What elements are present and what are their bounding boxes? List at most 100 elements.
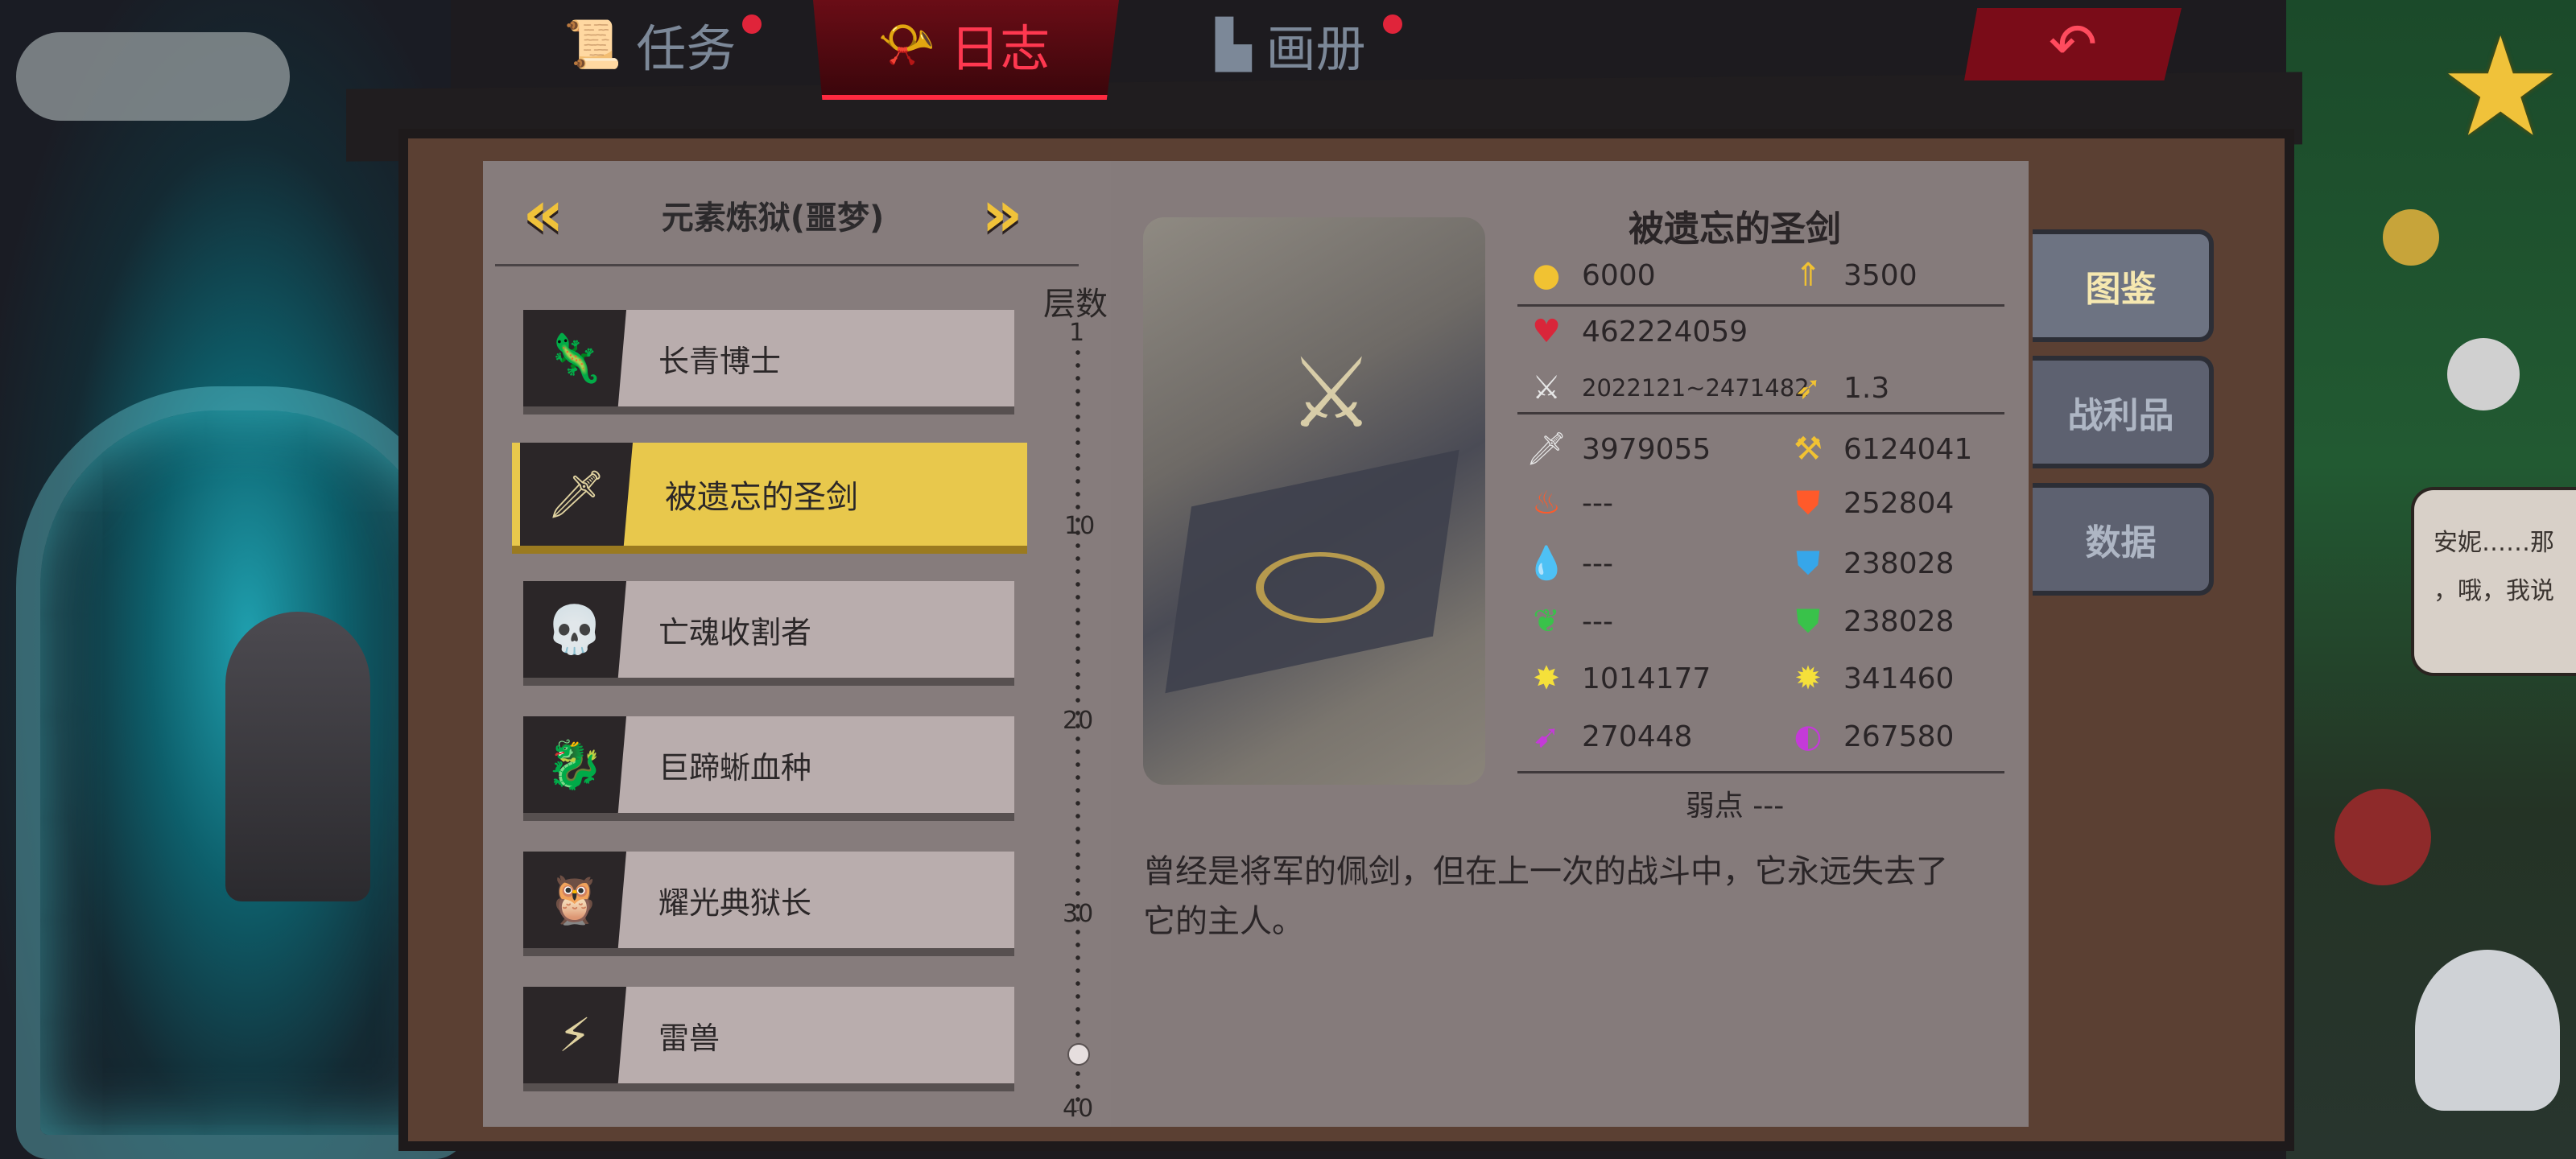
burst-shield-icon: ✹ <box>1794 660 1822 697</box>
stat-value: --- <box>1582 486 1613 520</box>
boss-name: 巨蹄蜥血种 <box>658 749 812 786</box>
boss-portrait: 🦉 <box>523 852 626 948</box>
scroll-icon: 📜 <box>564 16 622 72</box>
stat-value: 2022121~2471482 <box>1582 374 1810 402</box>
floor-tick: 40 <box>1063 1095 1094 1123</box>
stat-physical-attack: 🗡 3979055 <box>1525 425 1711 473</box>
stat-fire-resist: ⛊ 252804 <box>1787 479 1954 527</box>
boss-list-item[interactable]: 🦉 耀光典狱长 <box>523 852 1014 956</box>
next-area-button[interactable]: » <box>974 175 1030 251</box>
floor-scale-label: 层数 <box>1043 286 1108 323</box>
leaf-icon: ❦ <box>1533 603 1560 640</box>
tab-quests[interactable]: 📜 任务 <box>564 0 736 89</box>
stat-water-resist: ⛊ 238028 <box>1787 539 1954 588</box>
back-button[interactable]: ↶ <box>1964 8 2182 80</box>
arena-glyph <box>1256 552 1385 623</box>
horn-icon: 📯 <box>877 16 936 72</box>
ornament <box>2334 789 2431 885</box>
sword-icon: 🗡 <box>1525 431 1567 468</box>
double-chevron-right-icon: » <box>981 175 1023 251</box>
stat-value: 1.3 <box>1843 371 1890 405</box>
background-portal-scene <box>0 0 467 1159</box>
boss-list-item[interactable]: 💀 亡魂收割者 <box>523 581 1014 686</box>
tab-journal[interactable]: 📯 日志 <box>877 0 1050 89</box>
divider <box>495 264 1079 266</box>
snow-pile <box>2415 950 2560 1111</box>
side-tab-data[interactable]: 数据 <box>2033 483 2214 596</box>
ornament <box>2383 209 2439 266</box>
stat-value: 341460 <box>1843 662 1955 695</box>
stat-value: 6000 <box>1582 258 1656 292</box>
stat-value: --- <box>1582 547 1613 580</box>
coin-icon: ● <box>1532 257 1561 294</box>
npc-speech-line: ，哦，我说 <box>2434 577 2554 605</box>
stat-value: 267580 <box>1843 720 1955 753</box>
water-shield-icon: ⛊ <box>1796 545 1820 582</box>
stat-gold: ● 6000 <box>1525 251 1656 299</box>
tab-label: 画册 <box>1265 19 1366 78</box>
leaf-shield-icon: ⛊ <box>1796 603 1820 640</box>
boss-list-item-selected[interactable]: 🗡 被遗忘的圣剑 <box>512 443 1027 554</box>
stat-value: --- <box>1582 604 1613 638</box>
back-arrow-icon: ↶ <box>2048 10 2098 78</box>
floor-tick: 10 <box>1064 512 1096 540</box>
dark-shield-icon: ◐ <box>1794 718 1823 755</box>
divider <box>1517 304 2004 307</box>
boss-name: 亡魂收割者 <box>658 614 812 650</box>
stat-value: 3500 <box>1843 258 1918 292</box>
divider <box>1517 771 2004 773</box>
tab-album[interactable]: ▙ 画册 <box>1216 0 1366 89</box>
prev-area-button[interactable]: « <box>515 175 572 251</box>
stat-value: 462224059 <box>1582 315 1748 349</box>
boss-list-item[interactable]: 🦎 长青博士 <box>523 310 1014 415</box>
stat-value: 6124041 <box>1843 432 1973 466</box>
stat-physical-defense: ⚒ 6124041 <box>1787 425 1972 473</box>
side-tab-loot[interactable]: 战利品 <box>2033 356 2214 468</box>
description-line: 曾经是将军的佩剑，但在上一次的战斗中，它永远失去了 <box>1143 853 1948 890</box>
boss-name: 雷兽 <box>658 1020 720 1056</box>
tab-label: 日志 <box>950 19 1051 78</box>
heart-icon: ♥ <box>1532 313 1561 350</box>
fire-shield-icon: ⛊ <box>1796 485 1820 522</box>
stat-fire-attack: ♨ --- <box>1525 479 1613 527</box>
dark-orb-icon: ➹ <box>1533 718 1560 755</box>
stat-wind-resist: ⛊ 238028 <box>1787 597 1954 645</box>
boss-portrait: 🐉 <box>523 716 626 813</box>
notification-badge <box>1383 14 1402 34</box>
boss-name: 被遗忘的圣剑 <box>665 479 858 516</box>
boss-portrait: 🗡 <box>520 443 633 546</box>
side-tab-codex[interactable]: 图鉴 <box>2033 229 2214 342</box>
stat-attack-speed: ➶ 1.3 <box>1787 364 1889 412</box>
stat-value: 270448 <box>1582 720 1693 753</box>
hooded-npc-figure <box>225 612 370 901</box>
floor-tick: 20 <box>1063 707 1094 735</box>
cloud-decoration <box>16 32 290 121</box>
npc-speech-bubble[interactable]: 安妮……那 ，哦，我说 <box>2411 487 2576 676</box>
stat-value: 1014177 <box>1582 662 1711 695</box>
boss-figure: ⚔ <box>1288 338 1375 450</box>
stat-value: 252804 <box>1843 486 1955 520</box>
notification-badge <box>742 14 762 34</box>
star-icon: ★ <box>2439 8 2562 167</box>
double-chevron-left-icon: « <box>522 175 564 251</box>
stat-dark-attack: ➹ 270448 <box>1525 712 1692 761</box>
stat-value: 238028 <box>1843 547 1955 580</box>
current-floor-marker[interactable] <box>1067 1043 1090 1066</box>
stat-dark-resist: ◐ 267580 <box>1787 712 1955 761</box>
stat-exp: ⇑ 3500 <box>1787 251 1918 299</box>
stat-attack-range: ⚔ 2022121~2471482 <box>1525 364 1810 412</box>
fire-icon: ♨ <box>1532 485 1561 522</box>
ornament <box>2447 338 2520 410</box>
boss-list-item[interactable]: 🐉 巨蹄蜥血种 <box>523 716 1014 821</box>
stat-value: 3979055 <box>1582 432 1711 466</box>
tab-label: 任务 <box>636 19 737 78</box>
boss-portrait: ⚡ <box>523 987 626 1083</box>
boss-name: 长青博士 <box>658 343 782 379</box>
boss-list-item[interactable]: ⚡ 雷兽 <box>523 987 1014 1091</box>
area-title: 元素炼狱(噩梦) <box>661 200 885 237</box>
floor-tick: 1 <box>1069 319 1085 347</box>
stat-wind-attack: ❦ --- <box>1525 597 1613 645</box>
npc-speech-line: 安妮……那 <box>2434 529 2554 557</box>
burst-icon: ✸ <box>1533 660 1560 697</box>
description-line: 它的主人。 <box>1143 903 1304 940</box>
